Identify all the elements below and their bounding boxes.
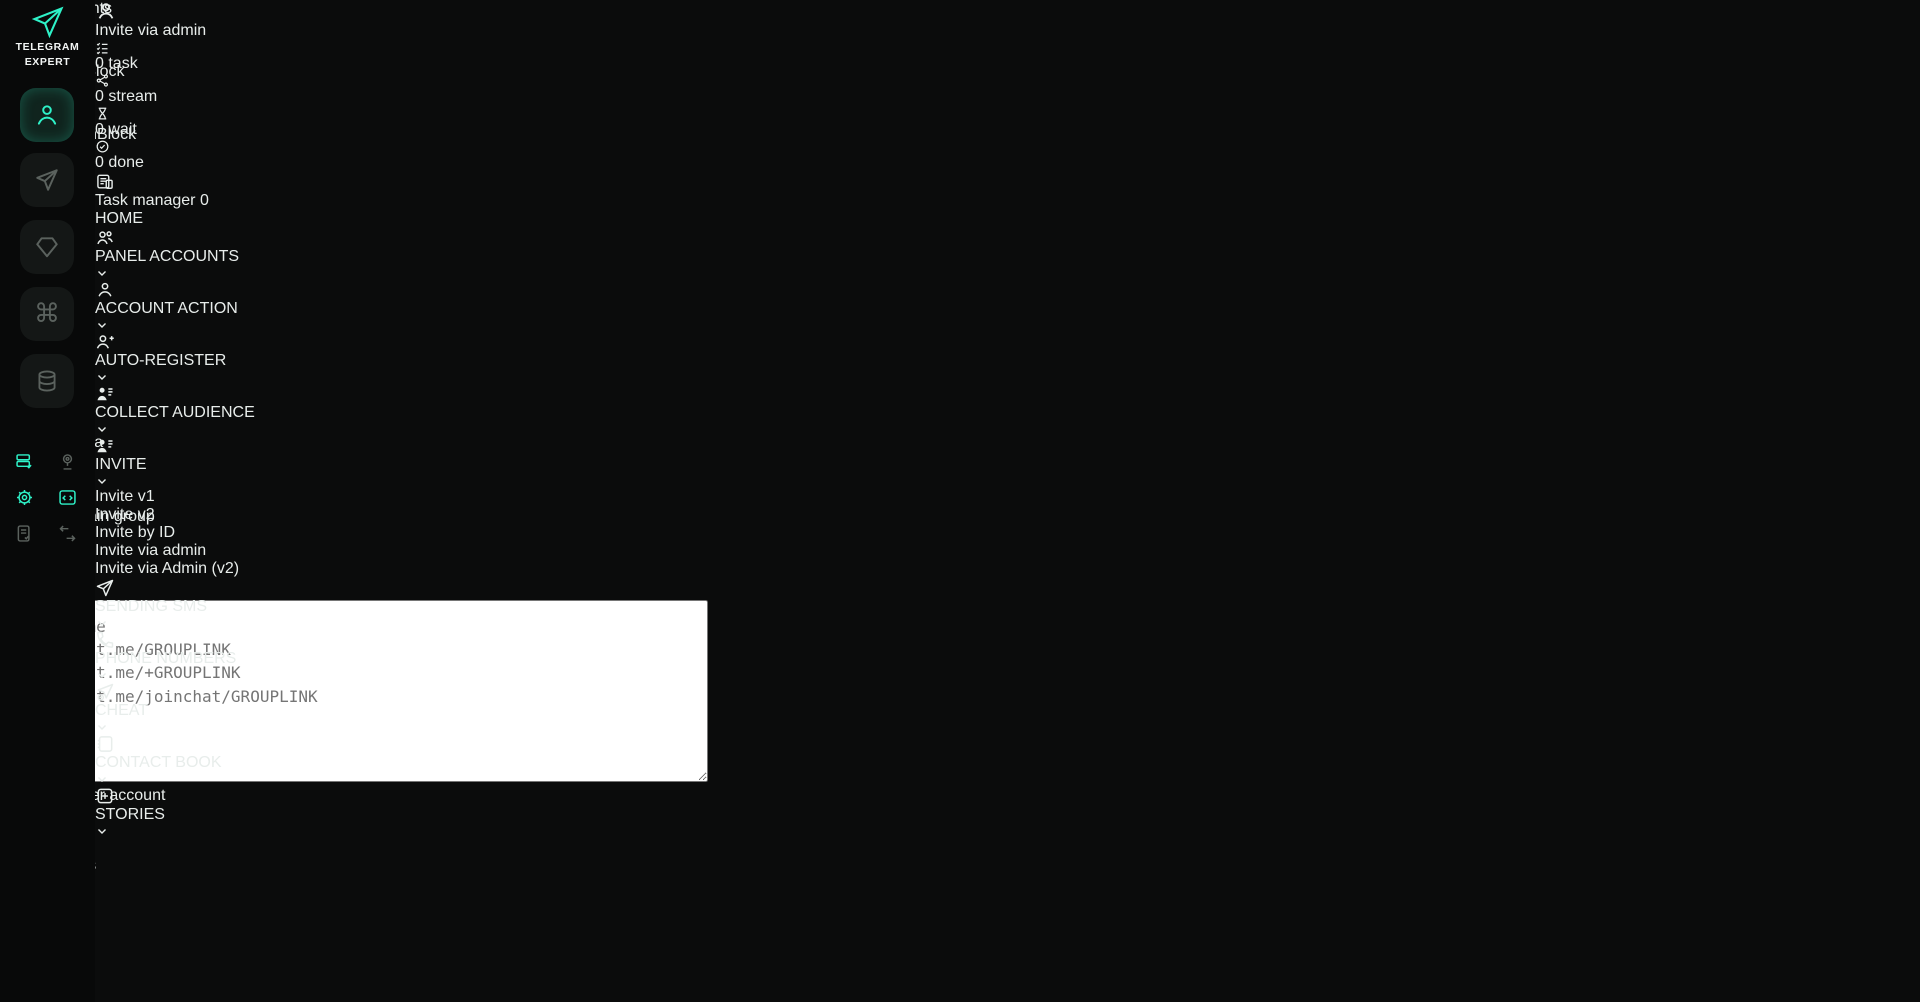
sidebar-item-collect-audience[interactable]: COLLECT AUDIENCE: [95, 384, 377, 436]
task-window-icon: [95, 172, 115, 192]
user-list-icon: [95, 436, 377, 456]
plus-square-icon: [95, 786, 377, 806]
rail-utility-grid: [13, 450, 83, 544]
rail-accounts-button[interactable]: [20, 88, 74, 142]
subnav-invite-v1[interactable]: Invite v1: [95, 488, 377, 506]
rail-command-button[interactable]: ⌘: [20, 287, 74, 341]
rail-send-button[interactable]: [20, 153, 74, 207]
hourglass-icon: [95, 106, 377, 121]
database-icon: [34, 368, 60, 394]
rail-database-button[interactable]: [20, 354, 74, 408]
sidebar-item-label: INVITE: [95, 456, 147, 473]
subnav-invite-via-admin[interactable]: Invite via admin: [95, 542, 377, 560]
user-icon: [34, 102, 60, 128]
server-check-icon[interactable]: [13, 450, 35, 472]
subnav-invite-by-id[interactable]: Invite by ID: [95, 524, 377, 542]
chevron-down-icon: [95, 616, 377, 630]
stat-wait-label: wait: [108, 121, 136, 138]
diamond-icon: [34, 234, 60, 260]
send-icon: [34, 167, 60, 193]
stat-wait-value: 0: [95, 121, 104, 138]
telegram-plane-icon: [25, 4, 71, 40]
icon-rail: TELEGRAM EXPERT ⌘: [0, 0, 95, 1002]
notebook-icon: [95, 734, 377, 754]
stat-stream-label: stream: [108, 88, 157, 105]
subnav-label: Invite via Admin (v2): [95, 560, 239, 577]
task-manager-button[interactable]: Task manager 0: [95, 172, 377, 210]
stat-done-value: 0: [95, 154, 104, 171]
brand-line2: EXPERT: [0, 55, 95, 70]
sidebar-item-sending-sms[interactable]: SENDING SMS: [95, 578, 377, 630]
sidebar-item-invite[interactable]: INVITE: [95, 436, 377, 488]
sidebar: Invite via admin 0 task 0 stream 0 wait …: [95, 0, 377, 1002]
stat-task-label: task: [108, 55, 137, 72]
chevron-down-icon: [95, 422, 377, 436]
subnav-invite-v2[interactable]: Invite v2: [95, 506, 377, 524]
sidebar-item-auto-register[interactable]: AUTO-REGISTER: [95, 332, 377, 384]
sidebar-item-account-action[interactable]: ACCOUNT ACTION: [95, 280, 377, 332]
task-manager-label: Task manager: [95, 192, 196, 209]
sidebar-item-label: PANEL ACCOUNTS: [95, 248, 239, 265]
page-title: Invite via admin: [95, 22, 377, 40]
stat-stream: 0 stream: [95, 73, 377, 106]
subnav-label: Invite v1: [95, 488, 155, 505]
sidebar-item-label: STORIES: [95, 806, 165, 823]
sidebar-item-label: CONTACT BOOK: [95, 754, 222, 771]
subnav-label: Invite by ID: [95, 524, 175, 541]
stat-done: 0 done: [95, 139, 377, 172]
sidebar-item-cheat[interactable]: CHEAT: [95, 682, 377, 734]
chevron-down-icon: [95, 266, 377, 280]
stat-stream-value: 0: [95, 88, 104, 105]
sidebar-item-label: PHONE NUMBERS: [95, 650, 236, 667]
checklist-icon: [95, 40, 377, 55]
chevron-down-icon: [95, 772, 377, 786]
rail-premium-button[interactable]: [20, 220, 74, 274]
swap-icon[interactable]: [56, 522, 78, 544]
task-manager-badge: 0: [200, 192, 209, 209]
users-icon: [95, 228, 377, 248]
brand-line1: TELEGRAM: [0, 40, 95, 55]
app-logo: TELEGRAM EXPERT: [0, 4, 95, 70]
user-plus-icon: [95, 332, 377, 352]
bot-gear-icon[interactable]: [13, 486, 35, 508]
sidebar-item-stories[interactable]: STORIES: [95, 786, 377, 838]
code-window-icon[interactable]: [56, 486, 78, 508]
user-list-icon: [95, 384, 377, 404]
sidebar-item-phone-numbers[interactable]: PHONE NUMBERS: [95, 630, 377, 682]
command-icon: ⌘: [34, 299, 60, 329]
section-label-home: HOME: [95, 210, 377, 228]
user-icon: [95, 280, 377, 300]
send-plus-icon: [95, 682, 377, 702]
subnav-invite-via-admin-v2[interactable]: Invite via Admin (v2): [95, 560, 377, 578]
sidebar-item-contact-book[interactable]: CONTACT BOOK: [95, 734, 377, 786]
chevron-down-icon: [95, 720, 377, 734]
chevron-down-icon: [95, 668, 377, 682]
stat-wait: 0 wait: [95, 106, 377, 139]
phone-icon: [95, 630, 377, 650]
send-icon: [95, 578, 377, 598]
stat-task: 0 task: [95, 40, 377, 73]
document-check-icon[interactable]: [13, 522, 35, 544]
check-circle-icon: [95, 139, 377, 154]
share-icon: [95, 73, 377, 88]
subnav-label: Invite v2: [95, 506, 155, 523]
app-root: TELEGRAM EXPERT ⌘ Invi: [0, 0, 1920, 1002]
sidebar-item-label: COLLECT AUDIENCE: [95, 404, 255, 421]
sidebar-item-label: SENDING SMS: [95, 598, 207, 615]
sidebar-item-label: ACCOUNT ACTION: [95, 300, 238, 317]
sidebar-item-panel-accounts[interactable]: PANEL ACCOUNTS: [95, 228, 377, 280]
subnav-label: Invite via admin: [95, 542, 206, 559]
user-icon: [95, 0, 117, 22]
chevron-down-icon: [95, 370, 377, 384]
chevron-down-icon: [95, 824, 377, 838]
stat-task-value: 0: [95, 55, 104, 72]
page-icon-badge: [95, 0, 377, 22]
chevron-up-icon: [95, 474, 377, 488]
stat-done-label: done: [108, 154, 144, 171]
sidebar-item-label: AUTO-REGISTER: [95, 352, 226, 369]
chevron-down-icon: [95, 318, 377, 332]
webcam-icon[interactable]: [56, 450, 78, 472]
sidebar-item-label: CHEAT: [95, 702, 148, 719]
